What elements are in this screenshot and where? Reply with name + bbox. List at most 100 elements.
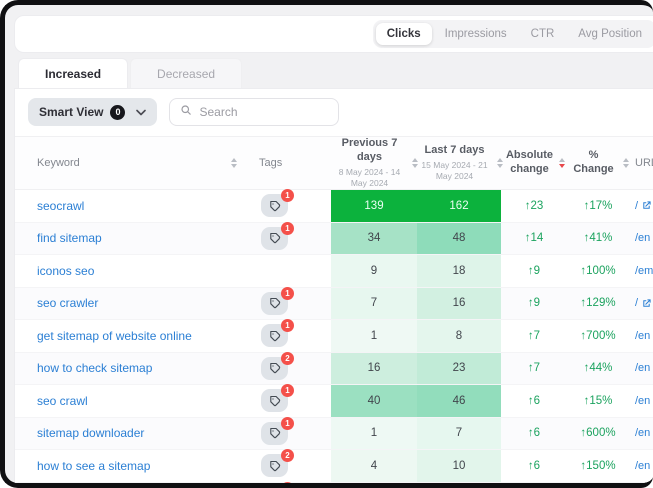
tag-chip[interactable]: 2: [261, 357, 288, 380]
tag-icon: [269, 427, 281, 439]
tag-chip[interactable]: 1: [261, 194, 288, 217]
previous-clicks-cell: 1: [331, 320, 417, 352]
tags-cell: 1: [247, 385, 331, 417]
sort-icon: [231, 158, 237, 168]
tab-clicks[interactable]: Clicks: [376, 23, 432, 45]
absolute-change-cell: ↑6: [501, 385, 567, 417]
tag-chip[interactable]: 1: [261, 324, 288, 347]
tag-chip[interactable]: 2: [261, 454, 288, 477]
tag-count-badge: 1: [281, 189, 294, 202]
sort-icon-active-desc: [559, 158, 565, 168]
previous-clicks-cell: 4: [331, 450, 417, 482]
absolute-change-cell: ↑23: [501, 190, 567, 222]
url-link[interactable]: /en: [635, 232, 650, 244]
tag-icon: [269, 232, 281, 244]
tab-impressions[interactable]: Impressions: [434, 23, 518, 45]
search-box: [169, 98, 339, 126]
last-clicks-cell: 8: [417, 320, 501, 352]
table-row: how to check sitemap21623↑7↑44%/en: [15, 353, 653, 386]
url-link[interactable]: /en: [635, 362, 650, 374]
keyword-link[interactable]: iconos seo: [37, 264, 94, 278]
tag-count-badge: 1: [281, 287, 294, 300]
table-row: iconos seo918↑9↑100%/em: [15, 255, 653, 288]
url-link[interactable]: /en: [635, 330, 650, 342]
keyword-link[interactable]: seo crawler: [37, 296, 98, 310]
tab-ctr[interactable]: CTR: [520, 23, 566, 45]
tab-increased[interactable]: Increased: [18, 58, 128, 88]
percent-change-cell: ↑17%: [567, 190, 629, 222]
column-header-last[interactable]: Last 7 days 15 May 2024 - 21 May 2024: [417, 144, 501, 182]
header-card: Clicks Impressions CTR Avg Position: [14, 15, 653, 53]
tag-count-badge: 2: [281, 449, 294, 462]
url-link[interactable]: /en: [635, 460, 650, 472]
previous-clicks-cell: [331, 483, 417, 488]
column-header-keyword[interactable]: Keyword: [15, 157, 247, 169]
search-input[interactable]: [199, 105, 328, 119]
last-clicks-cell: 7: [417, 418, 501, 450]
url-cell: /en: [629, 385, 653, 417]
tags-cell: 1: [247, 190, 331, 222]
tags-cell: 1: [247, 483, 331, 488]
url-cell: /: [629, 288, 653, 320]
keyword-link[interactable]: get sitemap of website online: [37, 329, 192, 343]
percent-change-cell: ↑600%: [567, 418, 629, 450]
external-link-icon[interactable]: [641, 298, 652, 309]
keyword-link[interactable]: how to check sitemap: [37, 361, 152, 375]
tab-decreased[interactable]: Decreased: [130, 58, 242, 88]
keyword-cell: seocrawl: [15, 190, 247, 222]
column-header-percent-change[interactable]: % Change: [567, 149, 629, 177]
absolute-change-cell: ↑7: [501, 320, 567, 352]
url-link[interactable]: /en: [635, 395, 650, 407]
content-panel: Smart View 0 Keyword Tags: [14, 88, 653, 488]
tag-count-badge: 1: [281, 417, 294, 430]
tag-chip[interactable]: 1: [261, 389, 288, 412]
tag-count-badge: 1: [281, 222, 294, 235]
percent-change-cell: ↑44%: [567, 353, 629, 385]
table-row: seocrawl 1 139162↑23↑17% /: [15, 190, 653, 223]
smart-view-dropdown[interactable]: Smart View 0: [28, 98, 157, 126]
url-link[interactable]: /em: [635, 265, 653, 277]
tag-chip[interactable]: 1: [261, 292, 288, 315]
keyword-cell: [15, 483, 247, 488]
tag-count-badge: 1: [281, 482, 294, 488]
tag-count-badge: 2: [281, 352, 294, 365]
url-cell: /em: [629, 255, 653, 287]
url-cell: /: [629, 190, 653, 222]
keyword-cell: iconos seo: [15, 255, 247, 287]
table-row: 1: [15, 483, 653, 488]
url-link[interactable]: /: [635, 200, 638, 212]
last-clicks-cell: 16: [417, 288, 501, 320]
tag-icon: [269, 297, 281, 309]
tag-chip[interactable]: 1: [261, 227, 288, 250]
url-cell: /en: [629, 353, 653, 385]
previous-clicks-cell: 139: [331, 190, 417, 222]
url-link[interactable]: /: [635, 297, 638, 309]
keyword-link[interactable]: how to see a sitemap: [37, 459, 150, 473]
keyword-link[interactable]: sitemap downloader: [37, 426, 144, 440]
keyword-link[interactable]: find sitemap: [37, 231, 102, 245]
url-cell: /en: [629, 320, 653, 352]
keyword-link[interactable]: seocrawl: [37, 199, 84, 213]
column-header-previous[interactable]: Previous 7 days 8 May 2024 - 14 May 2024: [331, 137, 417, 189]
column-header-tags: Tags: [247, 157, 331, 169]
keyword-link[interactable]: seo crawl: [37, 394, 88, 408]
chevron-down-icon: [136, 109, 146, 116]
last-clicks-cell: 162: [417, 190, 501, 222]
absolute-change-cell: ↑9: [501, 288, 567, 320]
external-link-icon[interactable]: [641, 200, 652, 211]
metric-tab-group: Clicks Impressions CTR Avg Position: [373, 20, 653, 48]
tab-avg-position[interactable]: Avg Position: [567, 23, 653, 45]
url-link[interactable]: /en: [635, 427, 650, 439]
tag-icon: [269, 330, 281, 342]
keyword-cell: get sitemap of website online: [15, 320, 247, 352]
column-header-absolute-change[interactable]: Absolute change: [501, 149, 567, 177]
percent-change-cell: ↑700%: [567, 320, 629, 352]
url-cell: /en: [629, 418, 653, 450]
tags-cell: 1: [247, 320, 331, 352]
column-header-url: URL: [629, 157, 653, 169]
tag-chip[interactable]: 1: [261, 422, 288, 445]
last-clicks-cell: [417, 483, 501, 488]
absolute-change-cell: [501, 483, 567, 488]
tags-cell: [247, 255, 331, 287]
table-row: sitemap downloader117↑6↑600%/en: [15, 418, 653, 451]
